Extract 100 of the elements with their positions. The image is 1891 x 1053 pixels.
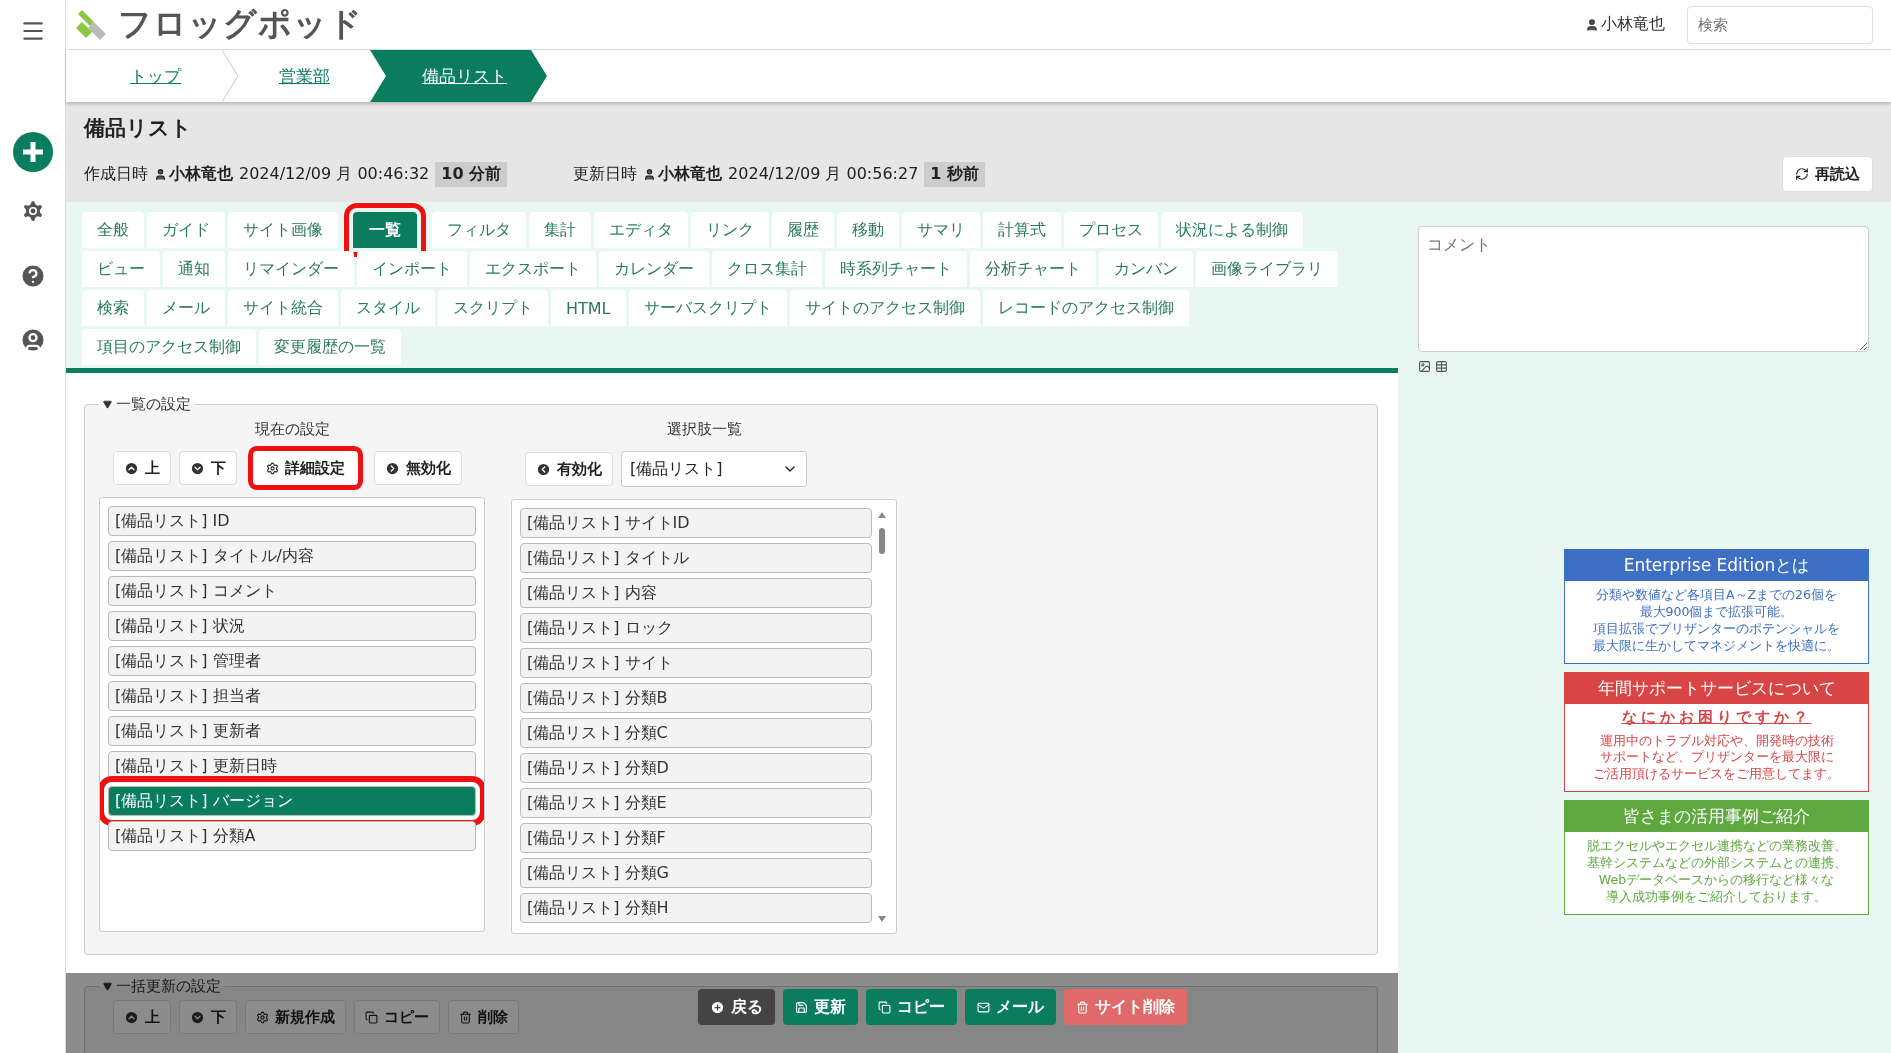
comment-field[interactable]: コメント [1418, 226, 1869, 352]
settings-tab[interactable]: サーバスクリプト [628, 290, 787, 326]
settings-tab[interactable]: メール [147, 290, 225, 326]
list-item[interactable]: [備品リスト] 分類H [520, 893, 872, 923]
column-heading: 現在の設定 [253, 420, 331, 439]
promo-banner[interactable]: 年間サポートサービスについて なにかお困りですか？ 運用中のトラブル対応や、開発時の技術 サポートなど、プリザンターを最大限に ご活用頂けるサービスをご用意してます。 [1564, 671, 1869, 793]
image-icon[interactable] [1418, 360, 1431, 373]
settings-tab[interactable]: スクリプト [438, 290, 548, 326]
list-item[interactable]: [備品リスト] 管理者 [108, 646, 476, 676]
bulk-action-button[interactable]: 新規作成 [245, 1000, 346, 1034]
settings-tab[interactable]: カレンダー [599, 251, 709, 287]
settings-tab[interactable]: リマインダー [228, 251, 354, 287]
list-item[interactable]: [備品リスト] 分類D [520, 753, 872, 783]
list-item[interactable]: [備品リスト] 内容 [520, 578, 872, 608]
meta-datetime: 2024/12/09 月 00:46:32 [239, 163, 430, 185]
list-item[interactable]: [備品リスト] ロック [520, 613, 872, 643]
list-item[interactable]: [備品リスト] ID [108, 506, 476, 536]
list-item[interactable]: [備品リスト] 分類E [520, 788, 872, 818]
settings-tab[interactable]: 全般 [82, 212, 144, 248]
settings-tab[interactable]: リンク [691, 212, 769, 248]
bulk-action-button[interactable]: 上 [113, 1000, 171, 1034]
settings-tab[interactable]: エクスポート [470, 251, 596, 287]
bulk-action-button[interactable]: コピー [354, 1000, 440, 1034]
user-icon [154, 167, 167, 181]
breadcrumb-separator [221, 50, 239, 102]
settings-tab[interactable]: 項目のアクセス制御 [82, 329, 256, 365]
settings-tab[interactable]: 通知 [163, 251, 225, 287]
list-item[interactable]: [備品リスト] 分類C [520, 718, 872, 748]
source-select[interactable]: [備品リスト] [621, 451, 807, 487]
bulk-action-button[interactable]: 下 [179, 1000, 237, 1034]
section-legend[interactable]: 一覧の設定 [99, 395, 195, 414]
time-ago-badge: 1 秒前 [924, 161, 986, 187]
save-icon [794, 1000, 808, 1014]
table-icon[interactable] [1435, 360, 1448, 373]
settings-tab[interactable]: フィルタ [432, 212, 526, 248]
promo-banner[interactable]: Enterprise Editionとは 分類や数値など各項目A～Zまでの26個を 最大900個まで拡張可能。 項目拡張でプリザンターのポテンシャルを 最大限に生かしてマネジメントを快適に。 [1564, 549, 1869, 664]
settings-tab[interactable]: 分析チャート [970, 251, 1096, 287]
settings-tab[interactable]: 検索 [82, 290, 144, 326]
breadcrumb-link[interactable]: 備品リスト [370, 50, 547, 102]
settings-tab[interactable]: クロス集計 [712, 251, 822, 287]
settings-tab[interactable]: サイトのアクセス制御 [789, 290, 980, 326]
list-item[interactable]: [備品リスト] サイトID [520, 508, 872, 538]
settings-tab[interactable]: 移動 [837, 212, 899, 248]
settings-tab[interactable]: 時系列チャート [825, 251, 967, 287]
settings-tab[interactable]: エディタ [594, 212, 688, 248]
list-action-button[interactable]: 上 [113, 451, 171, 485]
logo-text: フロッグポッド [118, 3, 363, 45]
right-icon [385, 460, 400, 476]
promo-banner[interactable]: 皆さまの活用事例ご紹介 脱エクセルやエクセル連携などの業務改善、 基幹システムなどの外部システムとの連携、 Webデータベースからの移行など様々な 導入成功事例をご紹介しております。 [1564, 800, 1869, 915]
settings-tab[interactable]: プロセス [1064, 212, 1158, 248]
list-item[interactable]: [備品リスト] 状況 [108, 611, 476, 641]
settings-tab[interactable]: 状況による制御 [1161, 212, 1303, 248]
breadcrumb-link[interactable]: トップ [90, 50, 221, 102]
settings-tab[interactable]: ビュー [82, 251, 160, 287]
promo-text: 分類や数値など各項目A～Zまでの26個を 最大900個まで拡張可能。 項目拡張でプリザンターのポテンシャルを 最大限に生かしてマネジメントを快適に。 [1592, 586, 1841, 655]
trash-icon [459, 1010, 472, 1024]
list-item[interactable]: [備品リスト] 担当者 [108, 681, 476, 711]
down-icon [190, 460, 205, 476]
caret-icon [103, 400, 112, 409]
settings-tab[interactable]: HTML [551, 290, 626, 326]
settings-tab[interactable]: 画像ライブラリ [1196, 251, 1338, 287]
list-item[interactable]: [備品リスト] 分類F [520, 823, 872, 853]
breadcrumb-link[interactable]: 営業部 [239, 50, 370, 102]
footer-button[interactable]: サイト削除 [1063, 989, 1187, 1025]
footer-button[interactable]: コピー [865, 989, 957, 1025]
user-icon [1585, 17, 1599, 32]
settings-tab[interactable]: 変更履歴の一覧 [259, 329, 401, 365]
user-name[interactable]: 小林竜也 [1585, 14, 1665, 35]
settings-tab[interactable]: 計算式 [983, 212, 1061, 248]
footer-button[interactable]: 戻る [697, 989, 775, 1025]
settings-tab[interactable]: インポート [357, 251, 467, 287]
settings-tab[interactable]: ガイド [147, 212, 225, 248]
settings-tab[interactable]: 集計 [529, 212, 591, 248]
search-field[interactable]: 検索 [1687, 5, 1873, 44]
list-item[interactable]: [備品リスト] 分類G [520, 858, 872, 888]
list-item[interactable]: [備品リスト] 更新者 [108, 716, 476, 746]
add-icon[interactable] [12, 132, 53, 172]
settings-tab[interactable]: カンバン [1099, 251, 1193, 287]
list-item[interactable]: [備品リスト] 分類A [108, 821, 476, 851]
bulk-action-button[interactable]: 削除 [448, 1000, 519, 1034]
settings-tab[interactable]: サイト画像 [228, 212, 338, 248]
list-item[interactable]: [備品リスト] タイトル [520, 543, 872, 573]
footer-button[interactable]: メール [964, 989, 1056, 1025]
settings-icon [266, 461, 279, 475]
settings-tab[interactable]: 履歴 [772, 212, 834, 248]
list-action-button[interactable]: 下 [179, 451, 237, 485]
list-item[interactable]: [備品リスト] 分類B [520, 683, 872, 713]
enable-button[interactable]: 有効化 [525, 452, 613, 486]
settings-tab[interactable]: レコードのアクセス制御 [982, 290, 1189, 326]
footer-button[interactable]: 更新 [782, 989, 858, 1025]
meta-label: 更新日時 [573, 163, 638, 185]
settings-tab[interactable]: サイト統合 [228, 290, 338, 326]
reload-button[interactable]: 再読込 [1782, 156, 1873, 192]
settings-tab[interactable]: スタイル [341, 290, 435, 326]
list-item[interactable]: [備品リスト] タイトル/内容 [108, 541, 476, 571]
section-legend[interactable]: 一括更新の設定 [99, 977, 225, 996]
list-action-button[interactable]: 無効化 [374, 451, 462, 485]
settings-tab[interactable]: サマリ [902, 212, 980, 248]
list-item[interactable]: [備品リスト] サイト [520, 648, 872, 678]
list-item[interactable]: [備品リスト] コメント [108, 576, 476, 606]
